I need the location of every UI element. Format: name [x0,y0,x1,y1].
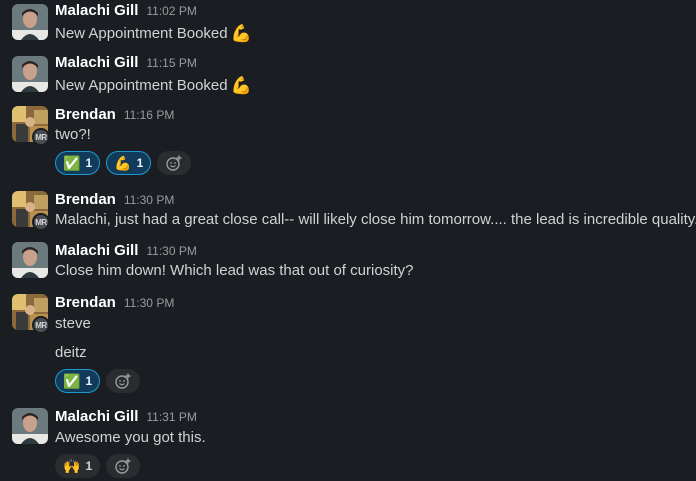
message: Malachi Gill 11:30 PM Close him down! Wh… [0,242,696,286]
author-name[interactable]: Brendan [55,191,116,208]
flexed-biceps-emoji: 💪 [230,76,252,95]
author-name[interactable]: Malachi Gill [55,242,138,259]
message: Malachi Gill 11:15 PM New Appointment Bo… [0,54,696,98]
message-header: Malachi Gill 11:31 PM [55,408,197,430]
message: MR Brendan 11:16 PM two?! ✅ 1 💪 1 [0,106,696,178]
reaction-bar: ✅ 1 💪 1 [55,151,192,175]
message-text: deitz [55,344,87,361]
timestamp[interactable]: 11:16 PM [124,108,174,122]
timestamp[interactable]: 11:30 PM [124,296,174,310]
message-text: two?! [55,126,91,143]
author-name[interactable]: Brendan [55,294,116,311]
reaction-checkmark[interactable]: ✅ 1 [55,369,101,393]
message-text: Awesome you got this. [55,429,206,446]
message: Malachi Gill 11:31 PM Awesome you got th… [0,408,696,480]
add-reaction-button[interactable] [106,369,141,393]
author-name[interactable]: Malachi Gill [55,408,138,425]
message: MR Brendan 11:30 PM Malachi, just had a … [0,191,696,235]
avatar[interactable] [12,56,48,92]
message-header: Brendan 11:30 PM [55,294,174,316]
message-text: New Appointment Booked 💪 [55,76,252,96]
add-emoji-icon [166,155,182,171]
message-header: Malachi Gill 11:02 PM [55,2,197,24]
check-mark-icon: ✅ [63,154,81,171]
message-line: New Appointment Booked [55,77,228,94]
avatar-badge: MR [32,128,50,146]
avatar-badge: MR [32,316,50,334]
message-header: Brendan 11:30 PM [55,191,174,213]
timestamp[interactable]: 11:02 PM [146,4,196,18]
timestamp[interactable]: 11:30 PM [146,244,196,258]
timestamp[interactable]: 11:30 PM [124,193,174,207]
author-name[interactable]: Malachi Gill [55,54,138,71]
add-reaction-button[interactable] [157,151,192,175]
timestamp[interactable]: 11:15 PM [146,56,196,70]
flexed-biceps-emoji: 💪 [230,24,252,43]
message-text: steve [55,315,91,332]
add-reaction-button[interactable] [106,454,141,478]
message: MR Brendan 11:30 PM steve deitz ✅ 1 [0,294,696,396]
message: Malachi Gill 11:02 PM New Appointment Bo… [0,2,696,46]
avatar[interactable] [12,242,48,278]
timestamp[interactable]: 11:31 PM [146,410,196,424]
raising-hands-icon: 🙌 [63,457,81,474]
avatar[interactable] [12,4,48,40]
reaction-bar: ✅ 1 [55,369,141,393]
message-header: Malachi Gill 11:30 PM [55,242,197,264]
avatar[interactable] [12,408,48,444]
message-line: New Appointment Booked [55,25,228,42]
avatar-badge: MR [32,213,50,231]
add-emoji-icon [115,458,131,474]
reaction-count: 1 [136,156,144,170]
reaction-count: 1 [85,156,93,170]
message-text: New Appointment Booked 💪 [55,24,252,44]
check-mark-icon: ✅ [63,372,81,389]
reaction-raising-hands[interactable]: 🙌 1 [55,454,101,478]
add-emoji-icon [115,373,131,389]
reaction-bar: 🙌 1 [55,454,141,478]
reaction-checkmark[interactable]: ✅ 1 [55,151,101,175]
reaction-flexed-biceps[interactable]: 💪 1 [106,151,152,175]
flexed-biceps-icon: 💪 [114,154,132,171]
message-text: Close him down! Which lead was that out … [55,262,414,279]
message-text: Malachi, just had a great close call-- w… [55,211,696,228]
message-feed: Malachi Gill 11:02 PM New Appointment Bo… [0,0,696,481]
reaction-count: 1 [85,459,93,473]
message-header: Malachi Gill 11:15 PM [55,54,197,76]
author-name[interactable]: Brendan [55,106,116,123]
message-header: Brendan 11:16 PM [55,106,174,128]
reaction-count: 1 [85,374,93,388]
author-name[interactable]: Malachi Gill [55,2,138,19]
